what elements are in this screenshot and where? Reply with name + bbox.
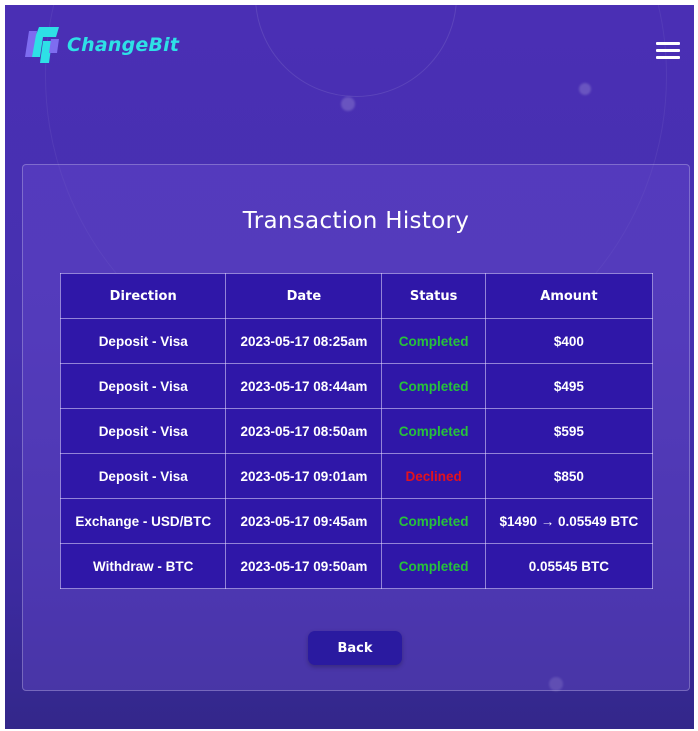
direction-cell: Deposit - Visa (59, 363, 227, 409)
background-decor-dot (341, 97, 355, 111)
transaction-table: Direction Date Status Amount Deposit - V… (59, 273, 654, 589)
amount-cell: $495 (484, 363, 654, 409)
page-title: Transaction History (242, 208, 470, 234)
status-cell: Declined (381, 453, 486, 499)
direction-cell: Deposit - Visa (59, 408, 227, 454)
column-header-status: Status (381, 273, 486, 319)
date-cell: 2023-05-17 09:01am (225, 453, 383, 499)
brand-name: ChangeBit (67, 34, 180, 56)
amount-cell: $1490 → 0.05549 BTC (484, 498, 654, 544)
direction-cell: Withdraw - BTC (59, 543, 227, 589)
column-header-direction: Direction (59, 273, 227, 319)
direction-cell: Deposit - Visa (59, 318, 227, 364)
table-row: Deposit - Visa 2023-05-17 08:44am Comple… (59, 363, 654, 409)
table-row: Exchange - USD/BTC 2023-05-17 09:45am Co… (59, 498, 654, 544)
date-cell: 2023-05-17 08:25am (225, 318, 383, 364)
direction-cell: Exchange - USD/BTC (59, 498, 227, 544)
transaction-panel: Transaction History Direction Date Statu… (22, 164, 690, 691)
status-cell: Completed (381, 543, 486, 589)
column-header-amount: Amount (484, 273, 654, 319)
changebit-logo-icon (25, 27, 59, 63)
amount-cell: $595 (484, 408, 654, 454)
table-row: Deposit - Visa 2023-05-17 09:01am Declin… (59, 453, 654, 499)
app-viewport: ChangeBit Transaction History Direction … (5, 5, 694, 729)
date-cell: 2023-05-17 08:50am (225, 408, 383, 454)
status-cell: Completed (381, 408, 486, 454)
background-decor-dot (579, 83, 591, 95)
date-cell: 2023-05-17 09:45am (225, 498, 383, 544)
amount-cell: 0.05545 BTC (484, 543, 654, 589)
column-header-date: Date (225, 273, 383, 319)
table-row: Deposit - Visa 2023-05-17 08:50am Comple… (59, 408, 654, 454)
amount-cell: $850 (484, 453, 654, 499)
brand-logo[interactable]: ChangeBit (23, 27, 179, 63)
date-cell: 2023-05-17 08:44am (225, 363, 383, 409)
status-cell: Completed (381, 363, 486, 409)
amount-cell: $400 (484, 318, 654, 364)
table-row: Deposit - Visa 2023-05-17 08:25am Comple… (59, 318, 654, 364)
table-row: Withdraw - BTC 2023-05-17 09:50am Comple… (59, 543, 654, 589)
status-cell: Completed (381, 318, 486, 364)
status-cell: Completed (381, 498, 486, 544)
date-cell: 2023-05-17 09:50am (225, 543, 383, 589)
direction-cell: Deposit - Visa (59, 453, 227, 499)
table-header-row: Direction Date Status Amount (59, 273, 654, 319)
hamburger-menu-icon[interactable] (653, 39, 683, 63)
back-button[interactable]: Back (308, 631, 402, 665)
